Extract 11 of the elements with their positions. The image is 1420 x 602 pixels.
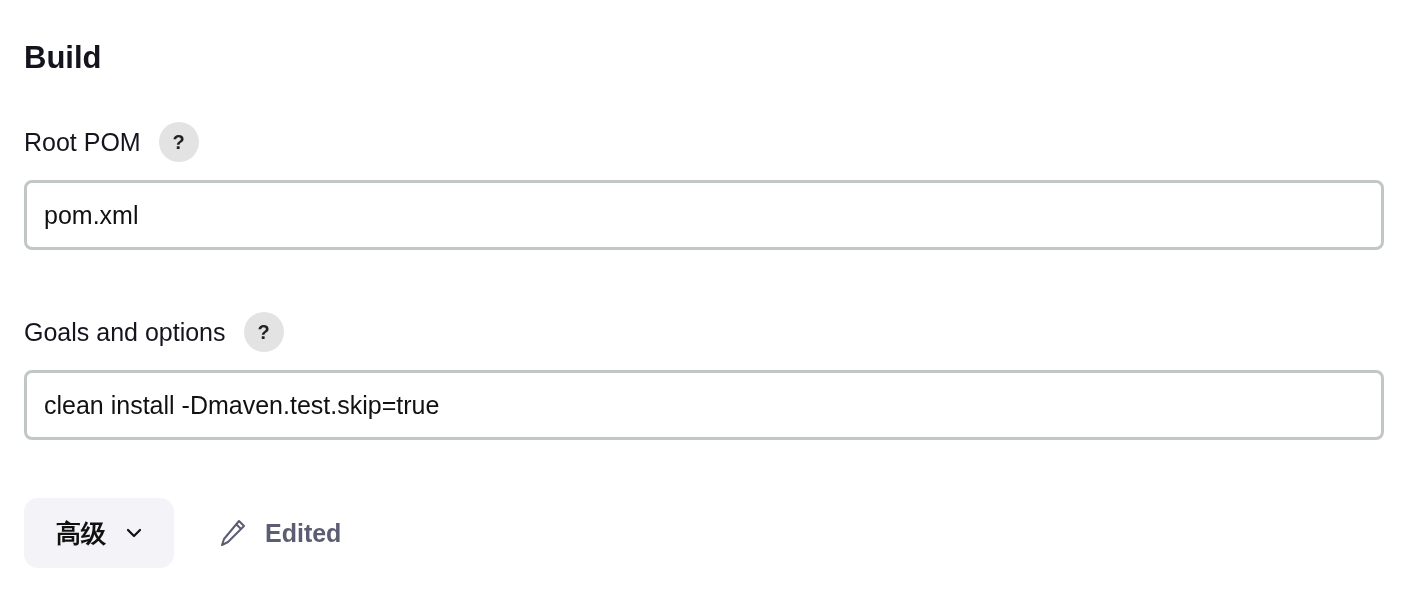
advanced-button[interactable]: 高级	[24, 498, 174, 568]
text-field[interactable]: pom.xml	[24, 180, 1384, 250]
text-field[interactable]: clean install -Dmaven.test.skip=true	[24, 370, 1384, 440]
field-label: Goals and options	[24, 317, 226, 348]
help-button[interactable]: ?	[243, 312, 284, 352]
help-button[interactable]: ?	[158, 122, 199, 162]
pencil-icon	[220, 519, 246, 547]
field-label: Root POM	[24, 127, 141, 158]
chevron-down-icon	[126, 528, 142, 538]
status-text: Edited	[265, 518, 342, 548]
section-title: Build	[24, 39, 103, 77]
